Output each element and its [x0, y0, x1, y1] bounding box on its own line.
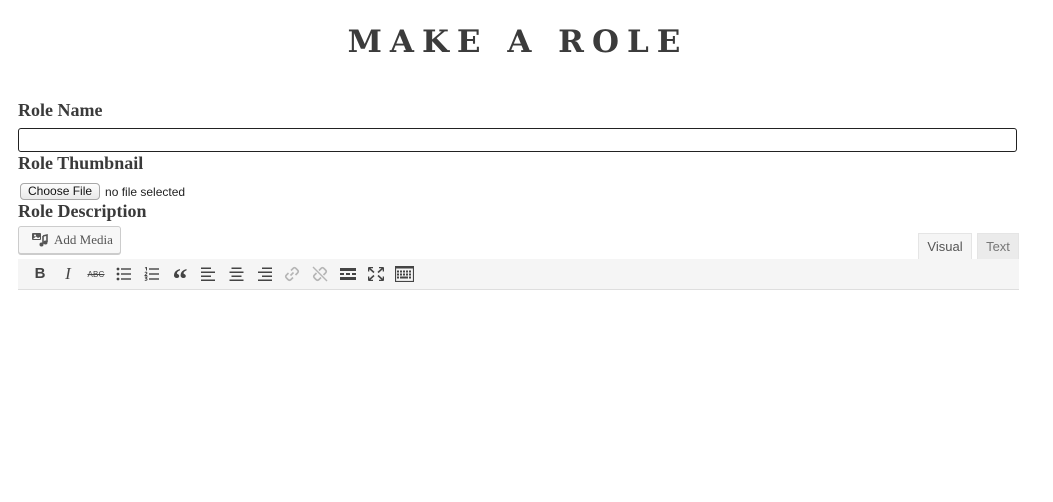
choose-file-button[interactable]: Choose File	[20, 183, 101, 200]
unlink-icon	[312, 266, 328, 282]
page-title: MAKE A ROLE	[347, 24, 689, 60]
role-name-label: Role Name	[18, 100, 103, 120]
role-name-input[interactable]	[18, 128, 1017, 152]
read-more-icon	[340, 268, 356, 280]
add-media-label: Add Media	[54, 232, 113, 247]
numbered-list-icon	[144, 267, 159, 281]
align-center-icon	[229, 267, 243, 281]
link-icon	[284, 266, 300, 282]
tab-visual[interactable]: Visual	[918, 233, 972, 260]
media-icon	[31, 232, 49, 248]
align-right-button[interactable]	[253, 263, 275, 285]
bold-icon: B	[34, 265, 46, 282]
role-thumbnail-label: Role Thumbnail	[18, 153, 144, 173]
bulleted-list-icon	[116, 267, 131, 281]
align-left-icon	[200, 267, 215, 281]
editor-content-area[interactable]	[18, 290, 1019, 490]
insert-link-button[interactable]	[281, 263, 303, 285]
align-right-icon	[257, 267, 272, 281]
numbered-list-button[interactable]	[141, 263, 163, 285]
remove-link-button[interactable]	[309, 263, 331, 285]
toolbar-toggle-button[interactable]	[393, 263, 415, 285]
blockquote-button[interactable]: “	[169, 263, 191, 295]
align-left-button[interactable]	[197, 263, 219, 285]
strikethrough-icon: ABC	[87, 269, 105, 279]
keyboard-icon	[394, 266, 414, 282]
bold-button[interactable]: B	[29, 263, 51, 285]
read-more-button[interactable]	[337, 263, 359, 285]
bulleted-list-button[interactable]	[113, 263, 135, 285]
align-center-button[interactable]	[225, 263, 247, 285]
file-picker: Choose File no file selected	[20, 183, 185, 200]
add-media-button[interactable]: Add Media	[18, 226, 121, 254]
file-status-text: no file selected	[105, 184, 186, 199]
italic-icon: I	[65, 264, 71, 283]
fullscreen-icon	[368, 267, 384, 281]
role-description-label: Role Description	[18, 201, 147, 221]
editor-toolbar: B I ABC “	[18, 259, 1019, 295]
strikethrough-button[interactable]: ABC	[85, 263, 107, 285]
italic-button[interactable]: I	[57, 263, 79, 285]
tab-text[interactable]: Text	[977, 233, 1019, 260]
fullscreen-button[interactable]	[365, 263, 387, 285]
